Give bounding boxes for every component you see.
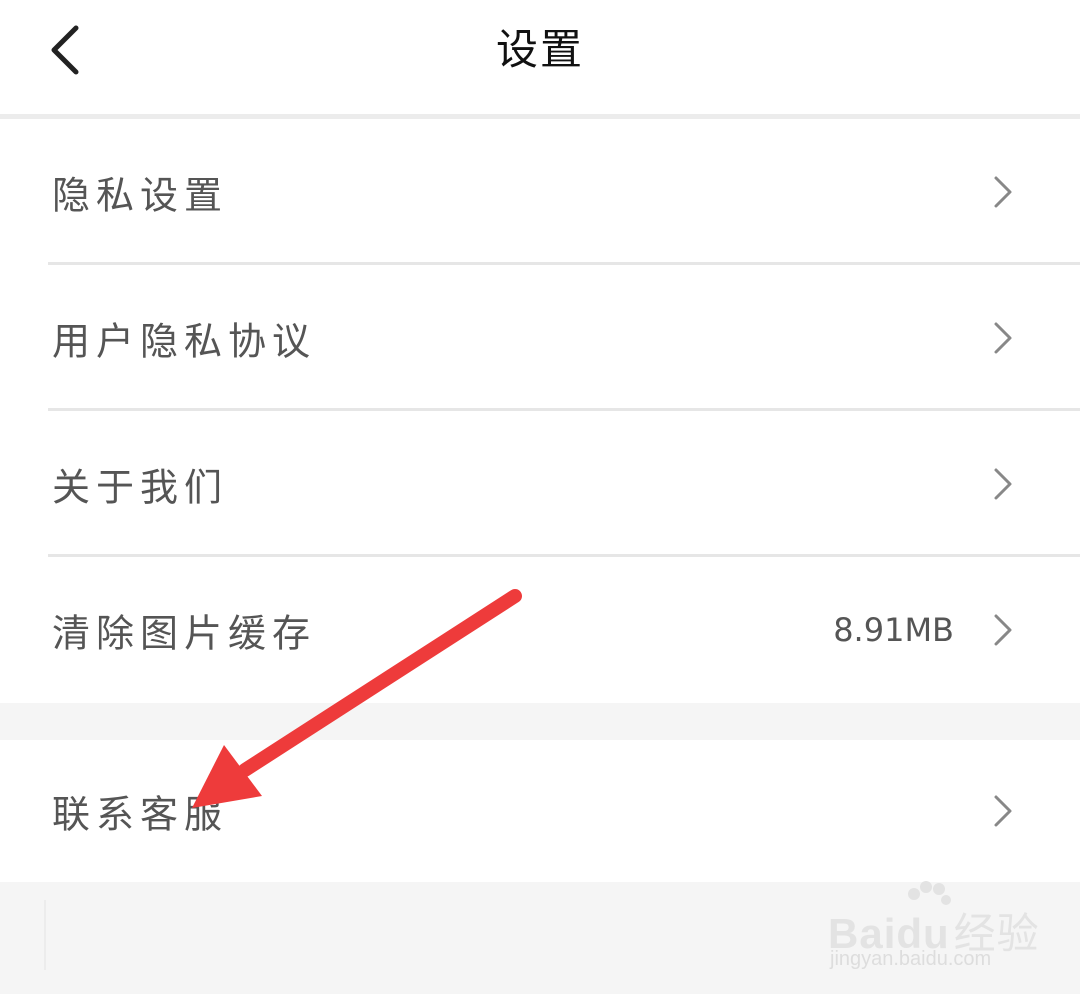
watermark-brand: Baidu经验 <box>828 900 1040 961</box>
settings-item-privacy-settings[interactable]: 隐私设置 <box>0 119 1080 265</box>
settings-group-main: 隐私设置 用户隐私协议 关于我们 清除图片缓存 8.91MB <box>0 119 1080 703</box>
watermark-brand-du: du <box>896 910 950 957</box>
chevron-right-icon <box>994 322 1012 354</box>
watermark-url: jingyan.baidu.com <box>830 948 992 970</box>
settings-item-label: 关于我们 <box>52 465 229 510</box>
settings-group-support: 联系客服 <box>0 740 1080 882</box>
settings-item-about-us[interactable]: 关于我们 <box>0 411 1080 557</box>
settings-item-contact-support[interactable]: 联系客服 <box>0 740 1080 882</box>
settings-item-label: 隐私设置 <box>52 173 229 218</box>
settings-screen: 设置 隐私设置 用户隐私协议 关于我们 清除图片缓存 8.91MB 联系客服 B… <box>0 0 1080 994</box>
settings-item-clear-image-cache[interactable]: 清除图片缓存 8.91MB <box>0 557 1080 703</box>
cache-size-value: 8.91MB <box>833 611 954 649</box>
settings-item-label: 联系客服 <box>52 792 229 837</box>
bottom-divider <box>44 900 46 970</box>
settings-item-label: 用户隐私协议 <box>52 319 317 364</box>
top-bar: 设置 <box>0 0 1080 114</box>
chevron-right-icon <box>994 614 1012 646</box>
paw-icon <box>908 881 951 905</box>
settings-item-label: 清除图片缓存 <box>52 611 317 656</box>
page-title: 设置 <box>495 25 584 74</box>
watermark-brand-bai: Bai <box>828 910 897 957</box>
chevron-right-icon <box>994 176 1012 208</box>
chevron-right-icon <box>994 468 1012 500</box>
watermark-brand-cn: 经验 <box>953 909 1040 958</box>
baidu-jingyan-watermark: Baidu经验 jingyan.baidu.com <box>828 880 1048 980</box>
chevron-right-icon <box>994 795 1012 827</box>
settings-item-user-privacy-agreement[interactable]: 用户隐私协议 <box>0 265 1080 411</box>
